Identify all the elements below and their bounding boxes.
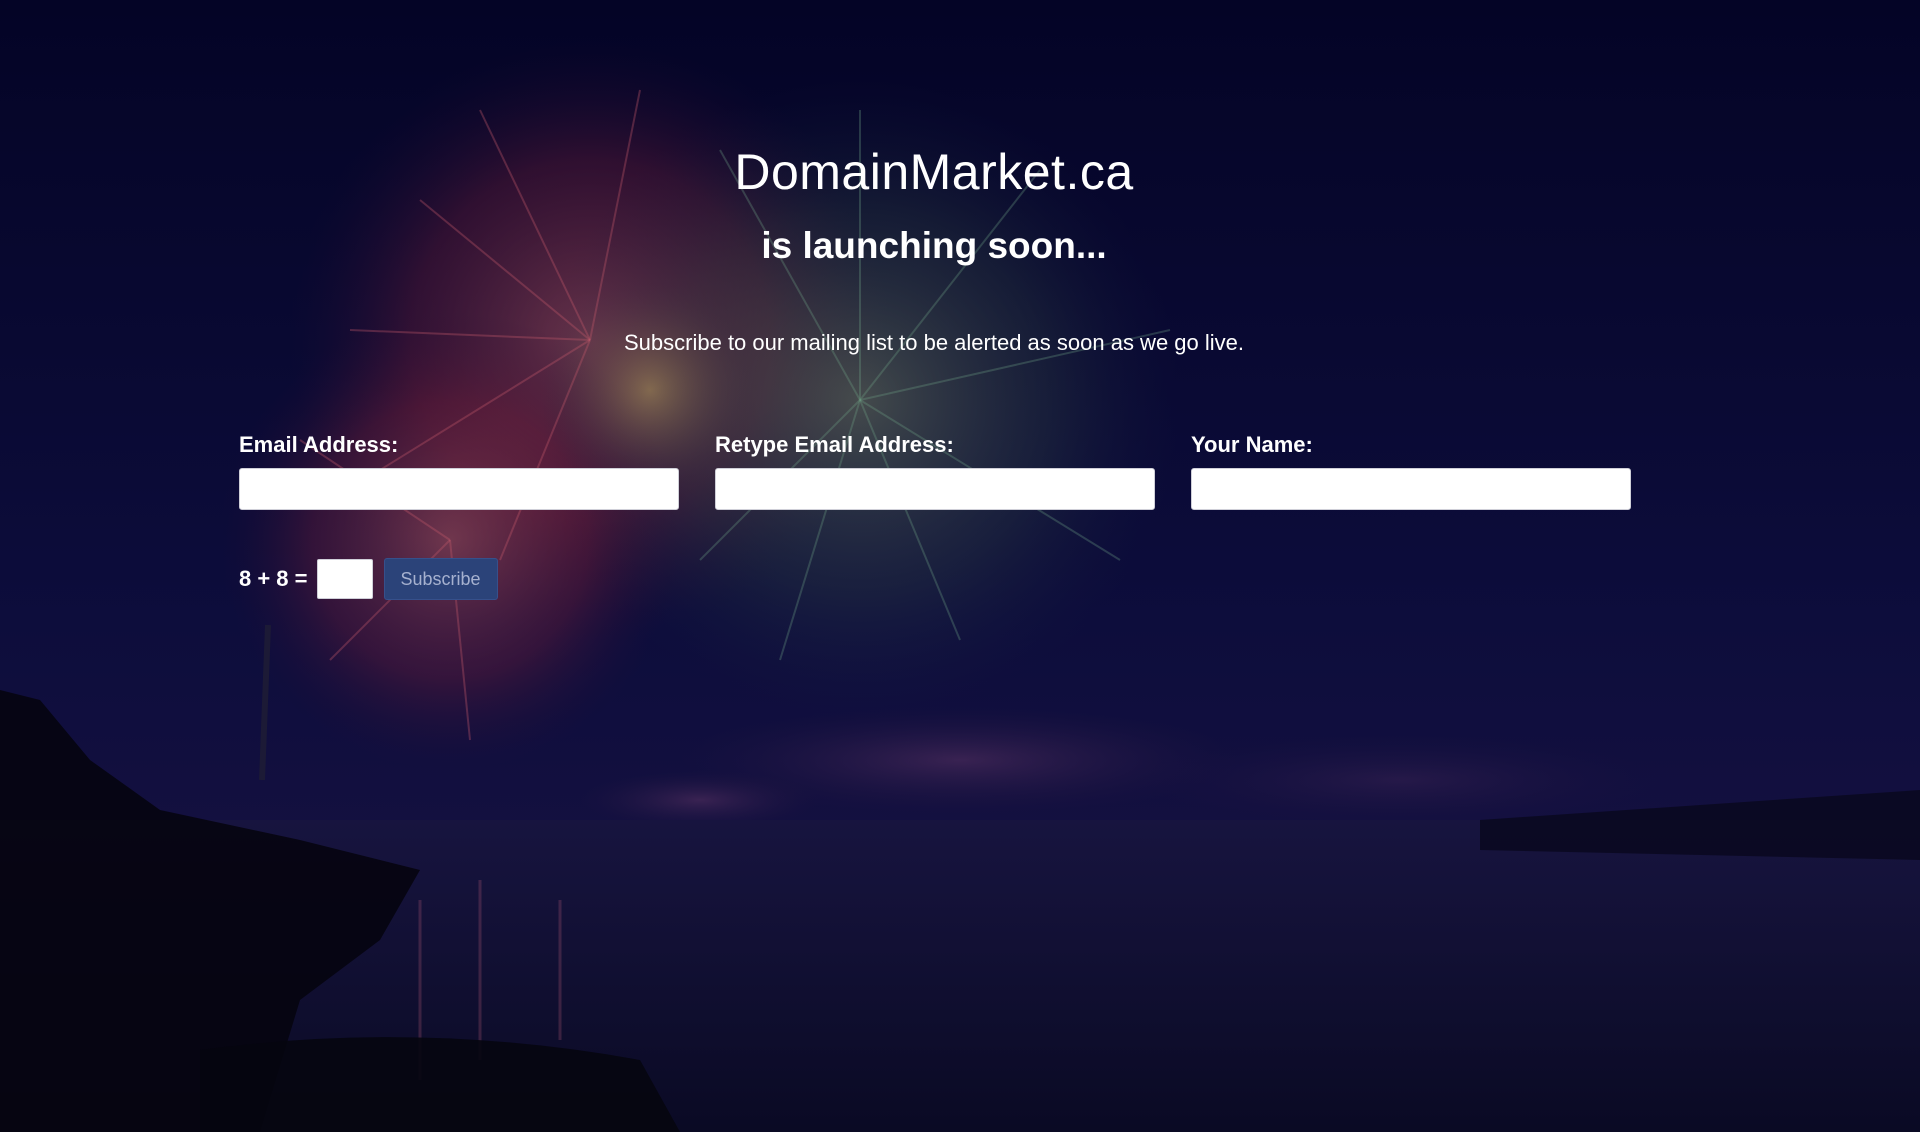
subscribe-intro-text: Subscribe to our mailing list to be aler… [624, 330, 1244, 355]
launch-tagline: is launching soon... [761, 225, 1107, 266]
retype-email-label: Retype Email Address: [715, 432, 954, 457]
main-content: DomainMarket.ca is launching soon... Sub… [0, 0, 1920, 1132]
retype-email-input[interactable] [715, 468, 1155, 510]
captcha-question: 8 + 8 = [239, 566, 308, 591]
retype-email-field-group: Retype Email Address: [715, 432, 1155, 510]
name-label: Your Name: [1191, 432, 1313, 457]
captcha-answer-input[interactable] [316, 559, 373, 599]
name-input[interactable] [1191, 468, 1631, 510]
email-label: Email Address: [239, 432, 399, 457]
site-title: DomainMarket.ca [734, 144, 1134, 200]
landing-page: DomainMarket.ca is launching soon... Sub… [0, 0, 1920, 1132]
subscribe-button[interactable]: Subscribe [383, 558, 498, 600]
name-field-group: Your Name: [1191, 432, 1631, 510]
email-input[interactable] [239, 468, 679, 510]
captcha-row: 8 + 8 = Subscribe [239, 558, 498, 600]
email-field-group: Email Address: [239, 432, 679, 510]
